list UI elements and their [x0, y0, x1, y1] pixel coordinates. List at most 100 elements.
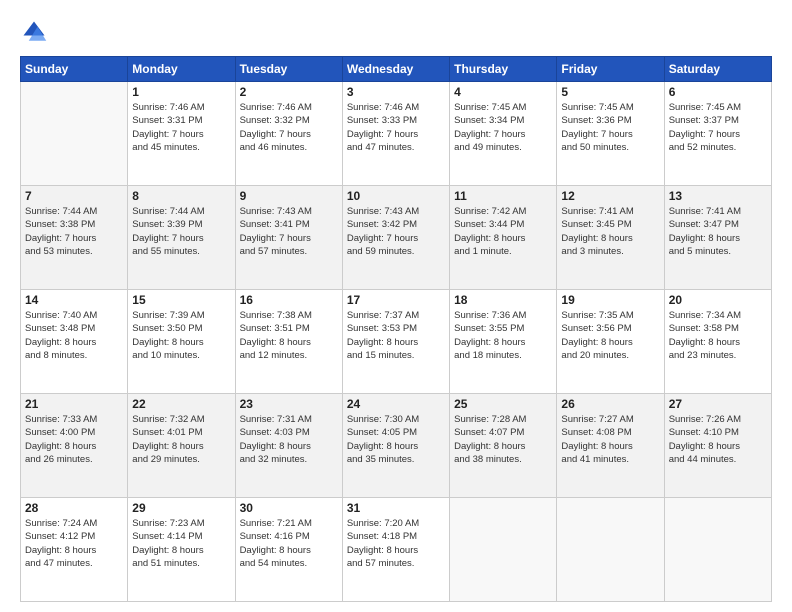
calendar-day-cell: 10Sunrise: 7:43 AM Sunset: 3:42 PM Dayli… [342, 186, 449, 290]
day-info: Sunrise: 7:35 AM Sunset: 3:56 PM Dayligh… [561, 309, 659, 362]
calendar-day-cell: 9 Sunrise: 7:43 AM Sunset: 3:41 PM Daylig… [235, 186, 342, 290]
day-info: Sunrise: 7:43 AM Sunset: 3:42 PM Dayligh… [347, 205, 445, 258]
calendar-day-cell: 21 Sunrise: 7:33 AM Sunset: 4:00 PM Dayli… [21, 394, 128, 498]
day-number: 22 [132, 397, 230, 411]
day-info: Sunrise: 7:36 AM Sunset: 3:55 PM Dayligh… [454, 309, 552, 362]
col-header-wednesday: Wednesday [342, 57, 449, 82]
calendar-week-row: 1 Sunrise: 7:46 AM Sunset: 3:31 PM Daylig… [21, 82, 772, 186]
calendar-table: SundayMondayTuesdayWednesdayThursdayFrid… [20, 56, 772, 602]
day-info: Sunrise: 7:41 AM Sunset: 3:47 PM Dayligh… [669, 205, 767, 258]
day-info: Sunrise: 7:20 AM Sunset: 4:18 PM Dayligh… [347, 517, 445, 570]
day-info: Sunrise: 7:40 AM Sunset: 3:48 PM Dayligh… [25, 309, 123, 362]
day-number: 4 [454, 85, 552, 99]
day-number: 13 [669, 189, 767, 203]
day-number: 11 [454, 189, 552, 203]
day-number: 21 [25, 397, 123, 411]
day-info: Sunrise: 7:45 AM Sunset: 3:36 PM Dayligh… [561, 101, 659, 154]
calendar-day-cell [21, 82, 128, 186]
calendar-day-cell: 30 Sunrise: 7:21 AM Sunset: 4:16 PM Dayli… [235, 498, 342, 602]
day-number: 24 [347, 397, 445, 411]
day-info: Sunrise: 7:46 AM Sunset: 3:33 PM Dayligh… [347, 101, 445, 154]
calendar-day-cell: 6Sunrise: 7:45 AM Sunset: 3:37 PM Daylig… [664, 82, 771, 186]
day-info: Sunrise: 7:34 AM Sunset: 3:58 PM Dayligh… [669, 309, 767, 362]
day-info: Sunrise: 7:23 AM Sunset: 4:14 PM Dayligh… [132, 517, 230, 570]
col-header-saturday: Saturday [664, 57, 771, 82]
day-info: Sunrise: 7:38 AM Sunset: 3:51 PM Dayligh… [240, 309, 338, 362]
day-number: 25 [454, 397, 552, 411]
calendar-day-cell: 25 Sunrise: 7:28 AM Sunset: 4:07 PM Dayli… [450, 394, 557, 498]
header [20, 18, 772, 46]
calendar-day-cell: 26 Sunrise: 7:27 AM Sunset: 4:08 PM Dayli… [557, 394, 664, 498]
calendar-week-row: 21 Sunrise: 7:33 AM Sunset: 4:00 PM Dayli… [21, 394, 772, 498]
day-number: 3 [347, 85, 445, 99]
day-number: 29 [132, 501, 230, 515]
calendar-day-cell: 2 Sunrise: 7:46 AM Sunset: 3:32 PM Daylig… [235, 82, 342, 186]
day-info: Sunrise: 7:45 AM Sunset: 3:37 PM Dayligh… [669, 101, 767, 154]
day-info: Sunrise: 7:30 AM Sunset: 4:05 PM Dayligh… [347, 413, 445, 466]
col-header-thursday: Thursday [450, 57, 557, 82]
day-info: Sunrise: 7:45 AM Sunset: 3:34 PM Dayligh… [454, 101, 552, 154]
day-number: 9 [240, 189, 338, 203]
calendar-day-cell: 11Sunrise: 7:42 AM Sunset: 3:44 PM Dayli… [450, 186, 557, 290]
day-info: Sunrise: 7:44 AM Sunset: 3:39 PM Dayligh… [132, 205, 230, 258]
calendar-day-cell: 14 Sunrise: 7:40 AM Sunset: 3:48 PM Dayli… [21, 290, 128, 394]
day-number: 27 [669, 397, 767, 411]
calendar-header-row: SundayMondayTuesdayWednesdayThursdayFrid… [21, 57, 772, 82]
calendar-day-cell: 17Sunrise: 7:37 AM Sunset: 3:53 PM Dayli… [342, 290, 449, 394]
day-number: 30 [240, 501, 338, 515]
page: SundayMondayTuesdayWednesdayThursdayFrid… [0, 0, 792, 612]
day-info: Sunrise: 7:26 AM Sunset: 4:10 PM Dayligh… [669, 413, 767, 466]
day-info: Sunrise: 7:46 AM Sunset: 3:32 PM Dayligh… [240, 101, 338, 154]
day-number: 16 [240, 293, 338, 307]
day-info: Sunrise: 7:21 AM Sunset: 4:16 PM Dayligh… [240, 517, 338, 570]
day-info: Sunrise: 7:32 AM Sunset: 4:01 PM Dayligh… [132, 413, 230, 466]
day-number: 28 [25, 501, 123, 515]
calendar-week-row: 14 Sunrise: 7:40 AM Sunset: 3:48 PM Dayli… [21, 290, 772, 394]
day-info: Sunrise: 7:37 AM Sunset: 3:53 PM Dayligh… [347, 309, 445, 362]
day-number: 23 [240, 397, 338, 411]
day-info: Sunrise: 7:43 AM Sunset: 3:41 PM Dayligh… [240, 205, 338, 258]
calendar-day-cell: 18Sunrise: 7:36 AM Sunset: 3:55 PM Dayli… [450, 290, 557, 394]
day-number: 2 [240, 85, 338, 99]
calendar-day-cell: 20 Sunrise: 7:34 AM Sunset: 3:58 PM Dayli… [664, 290, 771, 394]
calendar-week-row: 7 Sunrise: 7:44 AM Sunset: 3:38 PM Daylig… [21, 186, 772, 290]
calendar-week-row: 28 Sunrise: 7:24 AM Sunset: 4:12 PM Dayli… [21, 498, 772, 602]
day-info: Sunrise: 7:28 AM Sunset: 4:07 PM Dayligh… [454, 413, 552, 466]
calendar-day-cell [557, 498, 664, 602]
day-info: Sunrise: 7:46 AM Sunset: 3:31 PM Dayligh… [132, 101, 230, 154]
calendar-day-cell: 16 Sunrise: 7:38 AM Sunset: 3:51 PM Dayli… [235, 290, 342, 394]
calendar-day-cell: 22 Sunrise: 7:32 AM Sunset: 4:01 PM Dayli… [128, 394, 235, 498]
col-header-monday: Monday [128, 57, 235, 82]
col-header-sunday: Sunday [21, 57, 128, 82]
calendar-day-cell: 5 Sunrise: 7:45 AM Sunset: 3:36 PM Daylig… [557, 82, 664, 186]
day-number: 14 [25, 293, 123, 307]
day-number: 20 [669, 293, 767, 307]
calendar-day-cell: 29 Sunrise: 7:23 AM Sunset: 4:14 PM Dayli… [128, 498, 235, 602]
calendar-day-cell: 31Sunrise: 7:20 AM Sunset: 4:18 PM Dayli… [342, 498, 449, 602]
day-info: Sunrise: 7:24 AM Sunset: 4:12 PM Dayligh… [25, 517, 123, 570]
calendar-day-cell: 19 Sunrise: 7:35 AM Sunset: 3:56 PM Dayli… [557, 290, 664, 394]
calendar-day-cell: 15Sunrise: 7:39 AM Sunset: 3:50 PM Dayli… [128, 290, 235, 394]
logo [20, 18, 52, 46]
day-number: 1 [132, 85, 230, 99]
logo-icon [20, 18, 48, 46]
day-number: 5 [561, 85, 659, 99]
calendar-day-cell: 12 Sunrise: 7:41 AM Sunset: 3:45 PM Dayli… [557, 186, 664, 290]
day-number: 26 [561, 397, 659, 411]
day-info: Sunrise: 7:41 AM Sunset: 3:45 PM Dayligh… [561, 205, 659, 258]
col-header-friday: Friday [557, 57, 664, 82]
calendar-day-cell [664, 498, 771, 602]
col-header-tuesday: Tuesday [235, 57, 342, 82]
day-number: 12 [561, 189, 659, 203]
day-info: Sunrise: 7:27 AM Sunset: 4:08 PM Dayligh… [561, 413, 659, 466]
calendar-day-cell: 4 Sunrise: 7:45 AM Sunset: 3:34 PM Daylig… [450, 82, 557, 186]
day-number: 8 [132, 189, 230, 203]
day-info: Sunrise: 7:44 AM Sunset: 3:38 PM Dayligh… [25, 205, 123, 258]
day-info: Sunrise: 7:33 AM Sunset: 4:00 PM Dayligh… [25, 413, 123, 466]
day-number: 19 [561, 293, 659, 307]
calendar-day-cell: 24 Sunrise: 7:30 AM Sunset: 4:05 PM Dayli… [342, 394, 449, 498]
day-info: Sunrise: 7:31 AM Sunset: 4:03 PM Dayligh… [240, 413, 338, 466]
calendar-day-cell: 8 Sunrise: 7:44 AM Sunset: 3:39 PM Daylig… [128, 186, 235, 290]
day-number: 15 [132, 293, 230, 307]
day-number: 7 [25, 189, 123, 203]
